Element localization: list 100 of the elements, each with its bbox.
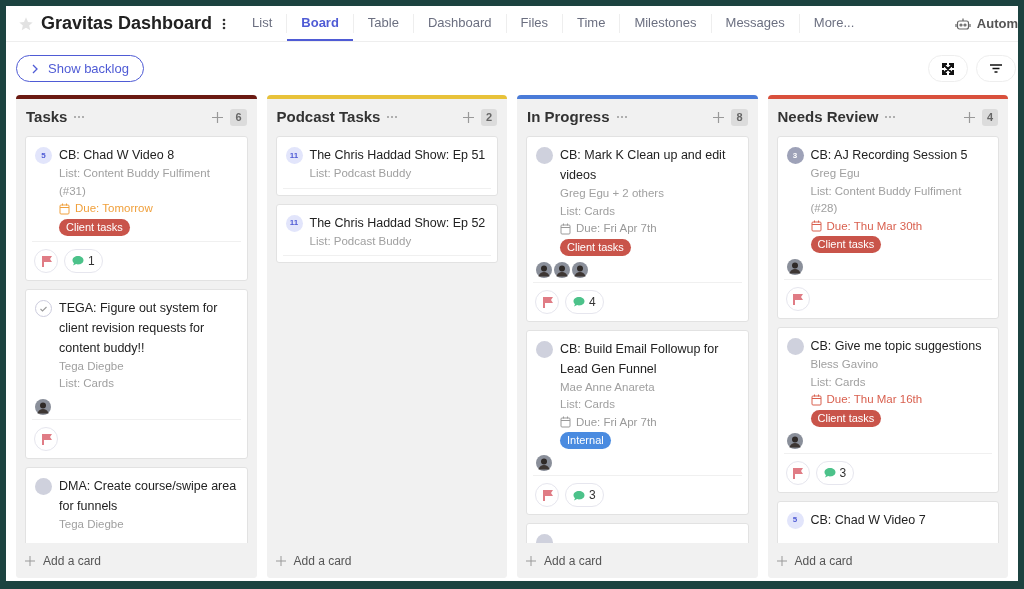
card-meta: Greg Egu — [810, 166, 861, 181]
flag-icon — [40, 432, 52, 445]
card-meta: List: Podcast Buddy — [309, 233, 413, 249]
more-options-icon — [73, 115, 86, 119]
star-icon[interactable] — [18, 15, 34, 32]
task-card[interactable]: CB: Build Email Followup for Lead Gen Funnel Mae Anne Anareta List: Cards Due: Fri Apr 7th Internal 3 — [526, 329, 749, 515]
task-number: 11 — [285, 214, 303, 232]
card-meta: List: Cards — [59, 376, 115, 391]
add-icon[interactable] — [713, 111, 725, 123]
card-meta: Tega Diegbe — [59, 358, 125, 374]
calendar-icon — [810, 393, 822, 406]
column-title: Tasks — [26, 106, 68, 127]
board-title: Gravitas Dashboard — [41, 12, 213, 35]
card-meta: Greg Egu + 2 others — [560, 186, 665, 201]
tab[interactable]: List — [238, 6, 287, 41]
comment-icon — [573, 489, 585, 501]
due-date: Due: Thu Mar 16th — [826, 392, 923, 407]
add-icon — [776, 555, 787, 566]
calendar-icon — [560, 416, 571, 429]
flag-icon — [541, 489, 553, 501]
card-title: CB: Build Email Followup for Lead Gen Funnel — [560, 340, 720, 378]
due-date: Due: Thu Mar 30th — [826, 218, 923, 234]
flag-icon — [792, 466, 803, 479]
tag: Client tasks — [59, 218, 130, 236]
card-meta: Tega Diegbe — [59, 516, 125, 532]
card-title: TEGA: Figure out system for client revision requests for content buddy!! — [59, 299, 219, 357]
chevron-icon — [31, 63, 38, 74]
column-title: Podcast Tasks — [276, 106, 381, 127]
tab[interactable]: Messages — [711, 6, 799, 41]
task-number: 5 — [35, 147, 52, 164]
tag: Internal — [560, 432, 611, 449]
more-options-icon — [615, 115, 628, 119]
card-title: CB: Give me topic suggestions — [810, 338, 982, 355]
due-date: Due: Fri Apr 7th — [576, 414, 657, 430]
card-count: 6 — [230, 108, 247, 126]
card-title: CB: Chad W Video 7 — [810, 511, 926, 529]
add-icon — [526, 555, 536, 566]
flag-icon — [792, 293, 803, 305]
comment-icon — [72, 255, 84, 266]
calendar-icon — [810, 220, 822, 233]
due-date: Due: Fri Apr 7th — [576, 221, 657, 236]
add-icon[interactable] — [212, 111, 224, 123]
show-backlog-button[interactable]: Show backlog — [16, 55, 144, 82]
card-meta: Bless Gavino — [810, 357, 880, 372]
task-number: 11 — [285, 147, 303, 164]
task-card[interactable]: TEGA: Figure out system for client revision requests for content buddy!! Tega Diegbe List: Cards — [25, 288, 248, 459]
calendar-icon — [59, 202, 70, 215]
tab[interactable]: Dashboard — [413, 6, 506, 41]
automation-label[interactable]: Autom — [976, 13, 1018, 34]
tab[interactable]: Milestones — [620, 6, 711, 41]
add-icon — [275, 555, 286, 566]
tab[interactable]: Time — [563, 6, 620, 41]
column-title: In Progress — [527, 106, 610, 127]
add-icon[interactable] — [462, 111, 474, 123]
filter-icon — [990, 64, 1002, 73]
task-number: 3 — [786, 147, 804, 164]
add-icon[interactable] — [963, 111, 975, 123]
card-title: The Chris Haddad Show: Ep 51 — [309, 147, 486, 164]
task-number: 5 — [786, 511, 804, 529]
expand-icon — [942, 62, 954, 75]
task-card[interactable]: DMA: Create course/swipe area for funnels Tega Diegbe — [25, 466, 248, 543]
calendar-icon — [560, 222, 571, 235]
card-title: CB: Mark K Clean up and edit videos — [560, 147, 727, 184]
flag-icon — [40, 254, 52, 267]
more-options-icon — [386, 115, 399, 119]
task-card[interactable]: CB: Give me topic suggestions Bless Gavino List: Cards Due: Thu Mar 16th Client tasks 3 — [776, 327, 999, 493]
card-title: CB: Chad W Video 8 — [59, 147, 176, 164]
card-meta: List: Cards — [810, 374, 867, 390]
card-meta: Mae Anne Anareta — [560, 379, 656, 395]
tag: Client tasks — [560, 238, 631, 256]
task-card[interactable]: 3 CB: AJ Recording Session 5 Greg Egu List: Content Buddy Fulfiment (#28) Due: Thu Mar 30th Client tasks — [776, 136, 999, 319]
comment-icon — [573, 296, 585, 307]
task-card[interactable]: 11 The Chris Haddad Show: Ep 51 List: Podcast Buddy — [275, 136, 498, 196]
card-count: 2 — [480, 108, 497, 126]
task-card[interactable]: 5 CB: Chad W Video 8 List: Content Buddy Fulfiment (#31) Due: Tomorrow Client tasks 1 — [25, 136, 248, 281]
card-meta: List: Cards — [560, 397, 616, 412]
task-card[interactable]: 5 CB: Chad W Video 7 — [776, 500, 999, 543]
comment-icon — [823, 467, 836, 478]
tab[interactable]: More... — [799, 6, 869, 41]
card-title: DMA: Create course/swipe area for funnels — [59, 477, 238, 515]
tag: Client tasks — [810, 409, 882, 427]
card-meta: List: Cards — [560, 203, 616, 219]
tag: Client tasks — [810, 236, 882, 253]
card-count: 4 — [981, 108, 998, 126]
tab[interactable]: Table — [353, 6, 413, 41]
card-meta: List: Podcast Buddy — [309, 166, 413, 181]
task-card[interactable]: CB: Mark K Clean up and edit videos Greg Egu + 2 others List: Cards Due: Fri Apr 7th Client tasks 4 — [526, 136, 749, 322]
more-options-icon[interactable] — [222, 17, 227, 30]
flag-icon — [541, 295, 553, 308]
check-icon — [35, 299, 52, 317]
task-card[interactable]: 11 The Chris Haddad Show: Ep 52 List: Podcast Buddy — [275, 203, 498, 263]
tab[interactable]: Files — [506, 6, 562, 41]
add-icon — [25, 555, 35, 566]
card-title: CB: AJ Recording Session 5 — [810, 147, 969, 164]
card-meta: List: Content Buddy Fulfiment (#28) — [810, 183, 963, 216]
column-title: Needs Review — [777, 106, 879, 127]
card-count: 8 — [731, 108, 748, 126]
card-title: The Chris Haddad Show: Ep 52 — [309, 214, 486, 232]
more-options-icon — [884, 115, 897, 119]
due-date: Due: Tomorrow — [75, 201, 153, 216]
